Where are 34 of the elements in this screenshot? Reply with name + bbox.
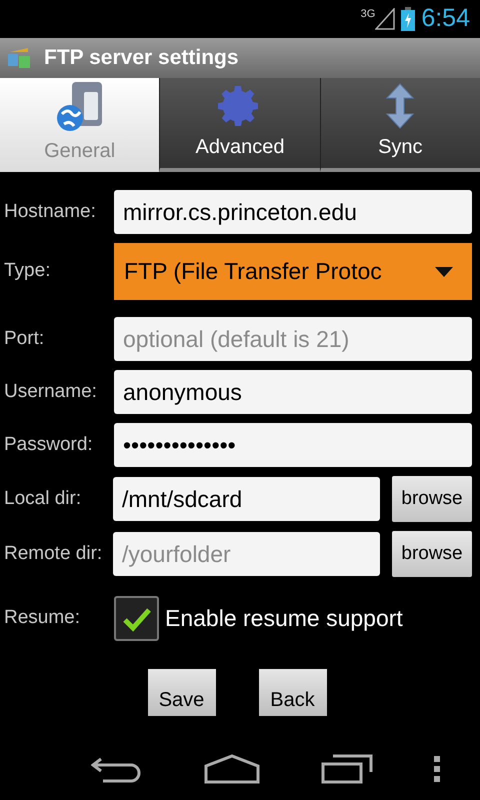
window-title: FTP server settings: [44, 45, 239, 72]
checkbox-label: Enable resume support: [165, 604, 403, 634]
overflow-menu-icon[interactable]: [434, 756, 440, 782]
app-icon: [6, 46, 32, 70]
type-dropdown[interactable]: FTP (File Transfer Protoc: [114, 243, 472, 300]
browse-button[interactable]: browse: [392, 531, 472, 577]
input-field[interactable]: mirror.cs.princeton.edu: [114, 190, 472, 234]
field-label: Type:: [3, 259, 52, 284]
tab[interactable]: Advanced: [159, 78, 320, 172]
field-label: Local dir:: [3, 486, 82, 511]
action-button[interactable]: Save: [148, 669, 216, 716]
field-label: Remote dir:: [3, 542, 104, 566]
checkbox[interactable]: [114, 596, 159, 641]
input-field[interactable]: anonymous: [114, 370, 472, 414]
field-label: Hostname:: [3, 200, 97, 224]
input-field[interactable]: ••••••••••••••: [114, 423, 472, 467]
battery-icon: [401, 7, 416, 31]
network-type: 3G: [360, 7, 376, 22]
tab[interactable]: Sync: [320, 78, 480, 172]
recent-apps-icon: [320, 754, 372, 784]
clock: 6:54: [421, 3, 470, 34]
input-field[interactable]: /mnt/sdcard: [113, 477, 380, 521]
field-label: Password:: [3, 432, 94, 457]
home-icon: [204, 754, 260, 784]
field-label: Resume:: [3, 606, 82, 630]
field-label: Username:: [3, 380, 98, 404]
checkmark-icon: [122, 606, 152, 632]
dropdown-arrow-icon: [435, 266, 453, 276]
browse-button[interactable]: browse: [392, 476, 472, 522]
up-down-arrow-icon: [385, 82, 416, 130]
field-label: Port:: [3, 326, 46, 351]
back-icon: [90, 755, 142, 783]
action-button[interactable]: Back: [258, 669, 326, 716]
signal-icon: [375, 8, 396, 30]
